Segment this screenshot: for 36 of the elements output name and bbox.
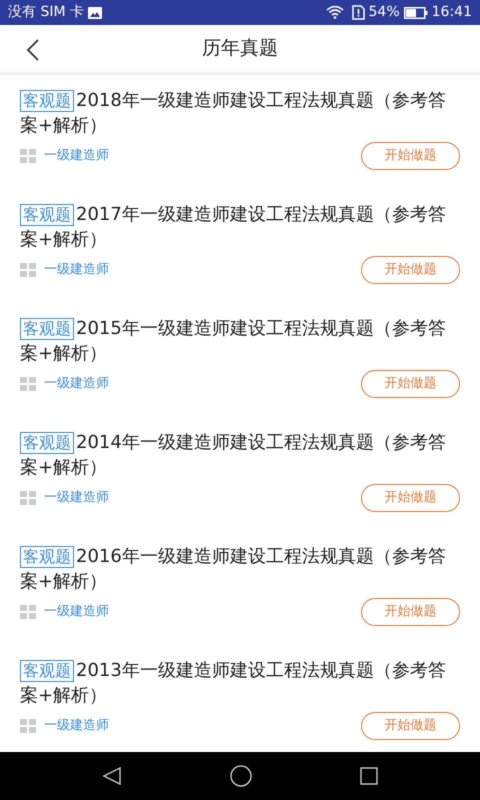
carrier-text: 没有 SIM 卡 <box>8 3 84 22</box>
question-type-tag: 客观题 <box>20 660 74 682</box>
grid-icon <box>20 605 36 619</box>
clock-time: 16:41 <box>432 3 472 22</box>
recents-nav-icon[interactable] <box>360 767 378 785</box>
back-icon[interactable] <box>26 39 40 61</box>
category-label: 一级建造师 <box>44 261 110 280</box>
paper-title[interactable]: 客观题 2015年一级建造师建设工程法规真题（参考答案+解析） <box>20 316 460 366</box>
page-title: 历年真题 <box>202 36 278 62</box>
category-label: 一级建造师 <box>44 147 110 166</box>
paper-title[interactable]: 客观题 2016年一级建造师建设工程法规真题（参考答案+解析） <box>20 544 460 594</box>
category-label: 一级建造师 <box>44 717 110 736</box>
image-icon <box>88 6 102 18</box>
question-type-tag: 客观题 <box>20 90 74 112</box>
question-type-tag: 客观题 <box>20 318 74 340</box>
question-type-tag: 客观题 <box>20 546 74 568</box>
home-nav-icon[interactable] <box>230 765 252 787</box>
paper-title[interactable]: 客观题 2014年一级建造师建设工程法规真题（参考答案+解析） <box>20 430 460 480</box>
grid-icon <box>20 719 36 733</box>
wifi-icon <box>326 6 344 19</box>
paper-title[interactable]: 客观题 2013年一级建造师建设工程法规真题（参考答案+解析） <box>20 658 460 708</box>
paper-title[interactable]: 客观题 2018年一级建造师建设工程法规真题（参考答案+解析） <box>20 88 460 138</box>
battery-percent: 54% <box>368 3 400 22</box>
battery-icon <box>404 6 428 18</box>
grid-icon <box>20 377 36 391</box>
grid-icon <box>20 263 36 277</box>
question-type-tag: 客观题 <box>20 432 74 454</box>
grid-icon <box>20 149 36 163</box>
paper-title[interactable]: 客观题 2017年一级建造师建设工程法规真题（参考答案+解析） <box>20 202 460 252</box>
sim-alert-icon <box>352 5 365 20</box>
grid-icon <box>20 491 36 505</box>
category-label: 一级建造师 <box>44 489 110 508</box>
question-type-tag: 客观题 <box>20 204 74 226</box>
category-label: 一级建造师 <box>44 603 110 622</box>
category-label: 一级建造师 <box>44 375 110 394</box>
back-nav-icon[interactable] <box>102 766 122 786</box>
